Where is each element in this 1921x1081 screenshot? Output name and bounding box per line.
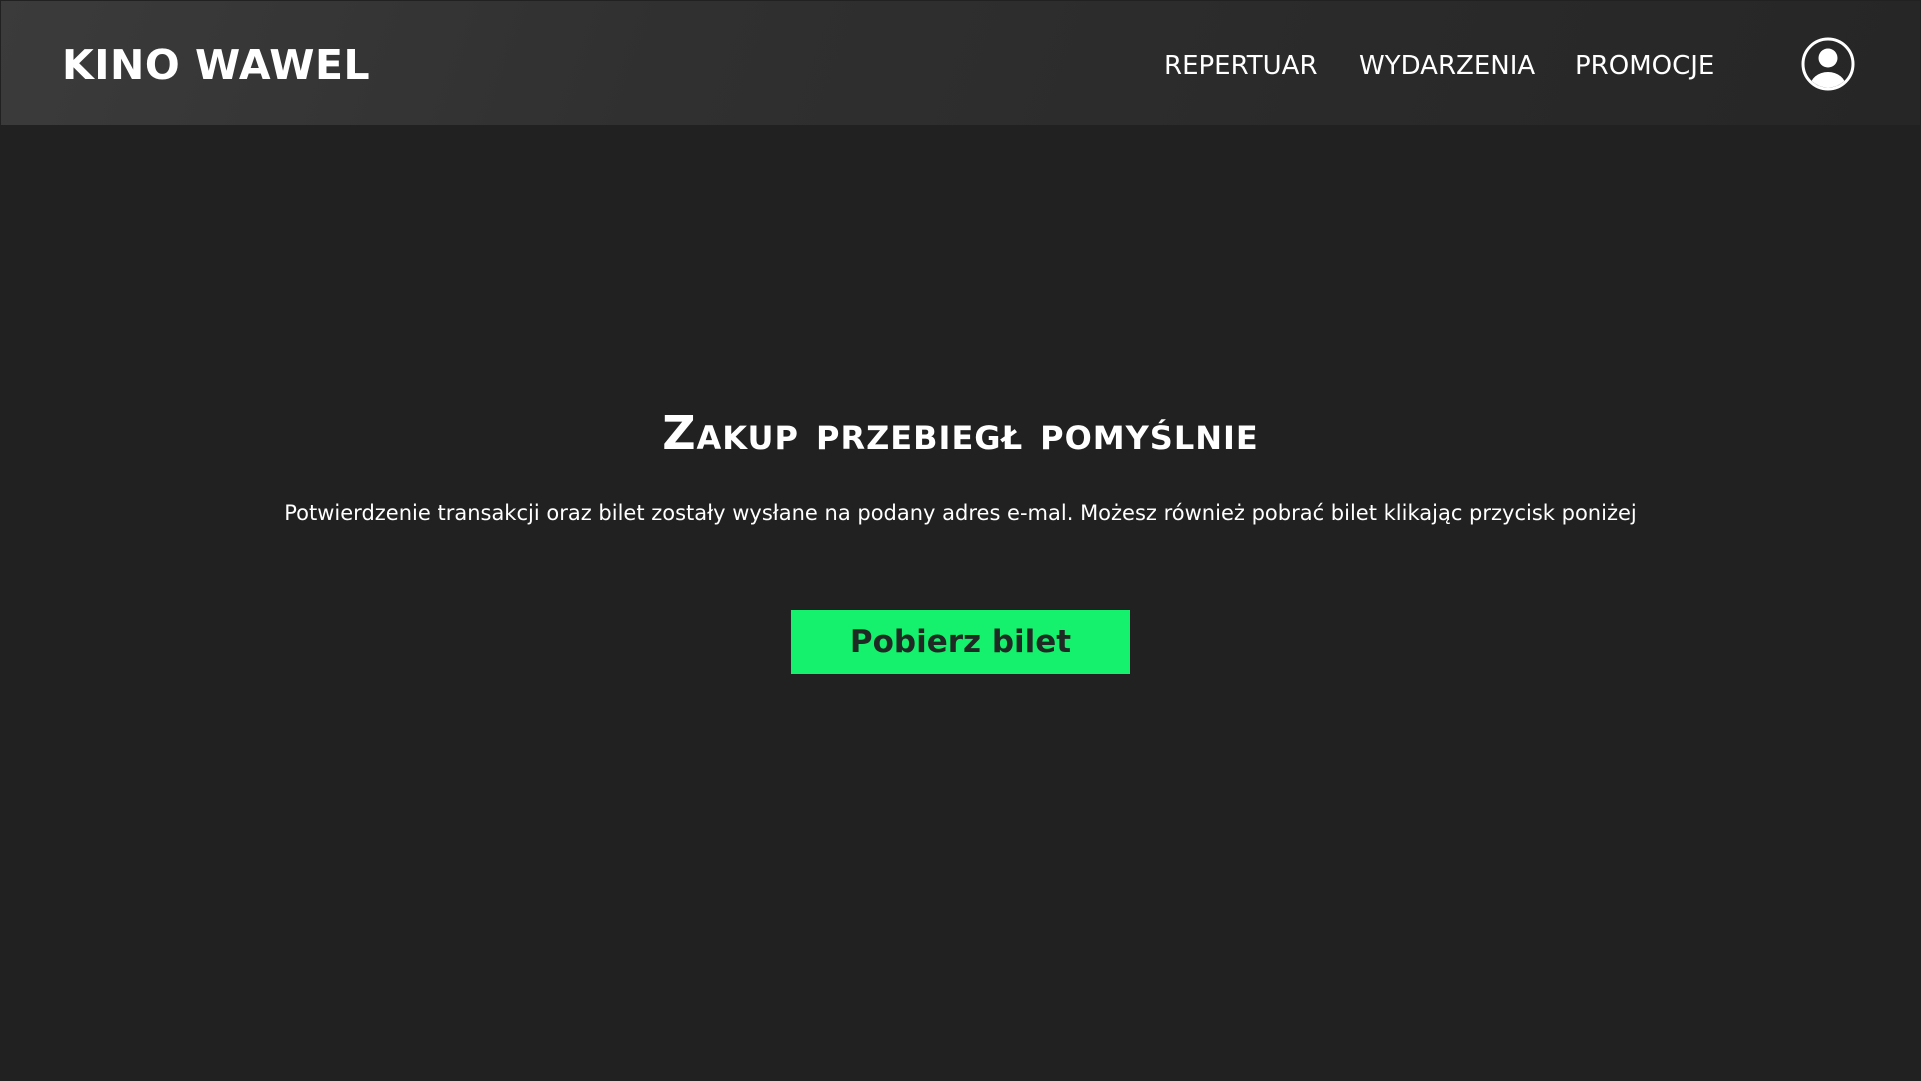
nav-link-promocje[interactable]: PROMOCJE [1575,49,1714,83]
nav-link-wydarzenia[interactable]: WYDARZENIA [1359,49,1535,83]
download-ticket-button[interactable]: Pobierz bilet [791,610,1130,674]
page-title: Zakup przebiegł pomyślnie [662,406,1259,460]
nav-link-repertuar[interactable]: REPERTUAR [1164,49,1318,83]
user-circle-icon [1801,37,1855,91]
top-navigation-bar: KINO WAWEL REPERTUAR WYDARZENIA PROMOCJE [1,1,1920,125]
user-account-button[interactable] [1800,36,1856,92]
confirmation-message: Potwierdzenie transakcji oraz bilet zost… [284,501,1637,525]
site-logo[interactable]: KINO WAWEL [62,39,370,91]
